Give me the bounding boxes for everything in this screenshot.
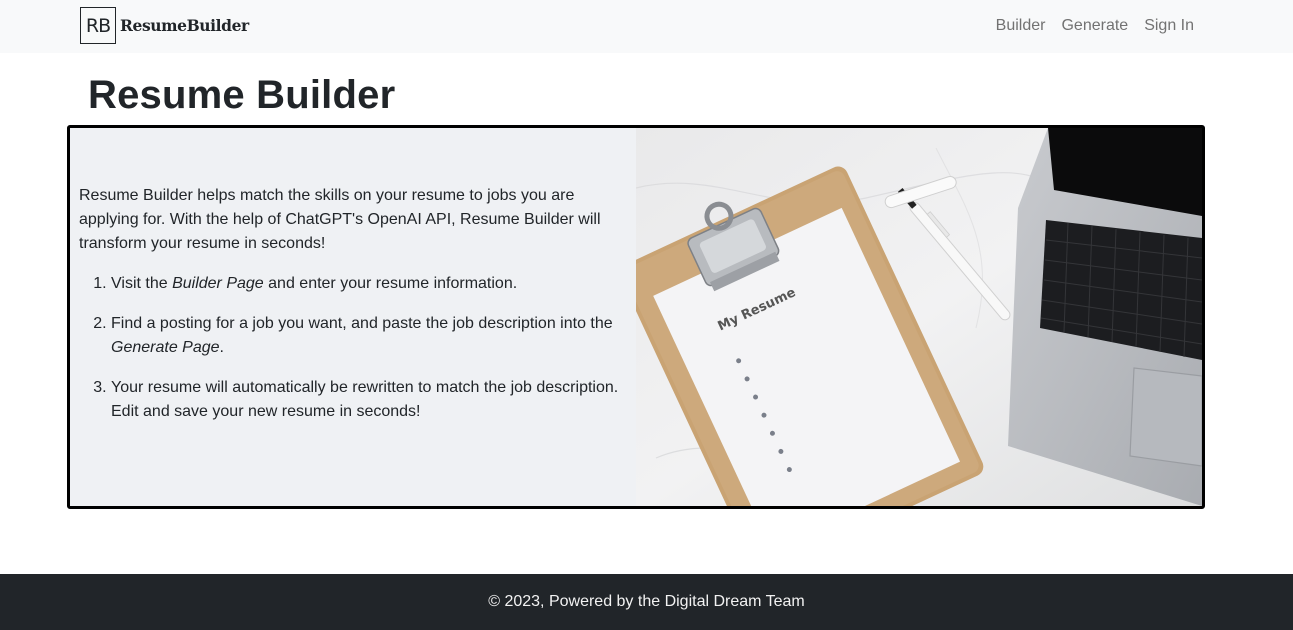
brand-logo-icon: RB <box>80 7 116 44</box>
nav-link-generate[interactable]: Generate <box>1061 14 1128 38</box>
step-item: Your resume will automatically be rewrit… <box>111 376 627 424</box>
step-text: Visit the <box>111 275 173 292</box>
hero-image: My Resume <box>636 128 1202 506</box>
step-item: Visit the Builder Page and enter your re… <box>111 272 627 296</box>
step-text: Find a posting for a job you want, and p… <box>111 315 613 332</box>
step-emphasis: Builder Page <box>172 275 264 292</box>
step-text: and enter your resume information. <box>263 275 518 292</box>
step-text: Your resume will automatically be rewrit… <box>111 379 619 420</box>
nav-link-builder[interactable]: Builder <box>996 14 1046 38</box>
navbar: RB ResumeBuilder Builder Generate Sign I… <box>0 0 1293 53</box>
clipboard-laptop-illustration: My Resume <box>636 128 1202 506</box>
page-title: Resume Builder <box>88 73 396 117</box>
footer: © 2023, Powered by the Digital Dream Tea… <box>0 574 1293 630</box>
step-item: Find a posting for a job you want, and p… <box>111 312 627 360</box>
step-emphasis: Generate Page <box>111 339 220 356</box>
intro-text-panel: Resume Builder helps match the skills on… <box>70 128 636 506</box>
steps-list: Visit the Builder Page and enter your re… <box>79 272 627 424</box>
nav-link-sign-in[interactable]: Sign In <box>1144 14 1194 38</box>
intro-paragraph: Resume Builder helps match the skills on… <box>79 187 601 252</box>
nav-links: Builder Generate Sign In <box>996 14 1194 38</box>
intro-card: Resume Builder helps match the skills on… <box>67 125 1205 509</box>
step-text: . <box>219 339 224 356</box>
brand-name: ResumeBuilder <box>120 16 249 35</box>
footer-copyright: © 2023, Powered by the Digital Dream Tea… <box>488 593 805 610</box>
brand-logo-link[interactable]: RB ResumeBuilder <box>80 7 249 44</box>
